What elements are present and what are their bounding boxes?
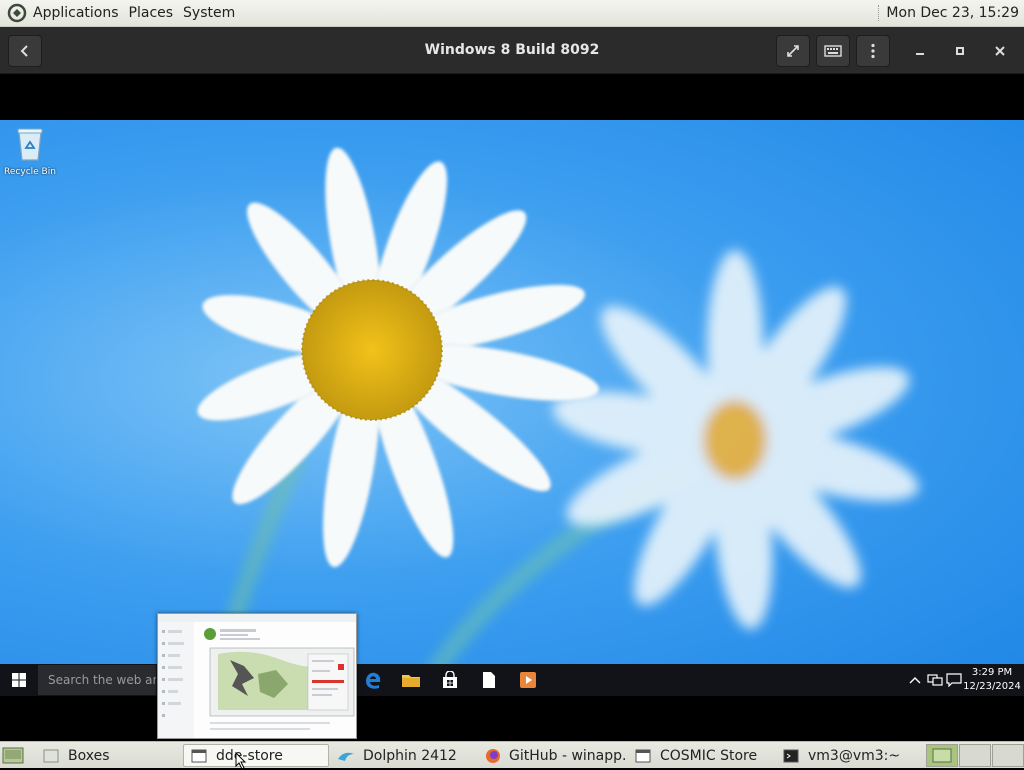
media-player-icon <box>520 672 536 688</box>
bottom-panel: Boxes dde-store Dolphin 2412 GitHub - wi… <box>0 741 1024 768</box>
workspace-3[interactable] <box>992 744 1024 767</box>
daisy-wallpaper <box>197 147 919 696</box>
task-firefox-github[interactable]: GitHub - winapp... <box>479 744 625 767</box>
maximize-icon <box>956 47 964 55</box>
panel-separator <box>878 5 880 21</box>
notifications-tray-button[interactable] <box>945 670 963 690</box>
edge-button[interactable] <box>360 668 386 692</box>
minimize-icon <box>916 53 924 55</box>
guest-desktop[interactable]: Recycle Bin Search the web and Windows <box>0 120 1024 696</box>
guest-clock-date: 12/23/2024 <box>963 681 1021 692</box>
places-menu[interactable]: Places <box>124 0 179 27</box>
document-icon <box>483 672 495 688</box>
system-menu[interactable]: System <box>178 0 240 27</box>
network-icon <box>927 674 943 686</box>
store-bag-icon <box>443 671 457 688</box>
task-boxes[interactable]: Boxes <box>36 744 180 767</box>
file-explorer-button[interactable] <box>398 668 424 692</box>
window-icon <box>634 748 652 764</box>
task-cosmic-store[interactable]: COSMIC Store <box>628 744 774 767</box>
boxes-headerbar: Windows 8 Build 8092 <box>0 27 1024 74</box>
windows-logo-icon <box>12 673 26 687</box>
workspace-2[interactable] <box>959 744 991 767</box>
tray-overflow-button[interactable] <box>906 670 924 690</box>
media-player-button[interactable] <box>515 668 541 692</box>
top-panel: Applications Places System Mon Dec 23, 1… <box>0 0 1024 27</box>
show-desktop-button[interactable] <box>2 746 24 765</box>
keyboard-icon <box>824 45 842 57</box>
document-button[interactable] <box>476 668 502 692</box>
guest-clock[interactable]: 3:29 PM 12/23/2024 <box>962 666 1022 694</box>
keyboard-button[interactable] <box>816 35 850 67</box>
network-tray-button[interactable] <box>926 670 944 690</box>
guest-search-box[interactable]: Search the web and Windows <box>38 665 156 695</box>
recycle-bin-icon <box>17 128 43 161</box>
close-button[interactable] <box>988 39 1012 63</box>
chat-bubble-icon <box>946 673 962 687</box>
task-terminal[interactable]: vm3@vm3:~ <box>776 744 922 767</box>
task-dde-store[interactable]: dde-store <box>183 744 329 767</box>
fullscreen-button[interactable] <box>776 35 810 67</box>
show-desktop-icon <box>2 747 24 764</box>
close-icon <box>995 46 1005 56</box>
recycle-bin-label: Recycle Bin <box>4 167 56 177</box>
menu-dots-icon <box>871 43 875 59</box>
store-button[interactable] <box>437 668 463 692</box>
task-label: GitHub - winapp... <box>509 747 625 764</box>
recycle-bin-shortcut[interactable]: Recycle Bin <box>4 126 56 177</box>
firefox-icon <box>485 748 501 764</box>
guest-clock-time: 3:29 PM <box>971 667 1013 678</box>
start-button[interactable] <box>4 668 34 692</box>
vm-display[interactable]: Recycle Bin Search the web and Windows <box>0 74 1024 741</box>
distro-logo-icon[interactable] <box>6 2 28 24</box>
folder-icon <box>402 675 420 687</box>
minimize-button[interactable] <box>908 39 932 63</box>
task-label: COSMIC Store <box>660 747 758 764</box>
chevron-up-icon <box>909 677 921 684</box>
menu-button[interactable] <box>856 35 890 67</box>
workspace-window-icon <box>932 748 952 763</box>
mouse-cursor-icon <box>235 752 247 770</box>
maximize-button[interactable] <box>948 39 972 63</box>
guest-taskbar: Search the web and Windows <box>0 664 1024 696</box>
task-label: dde-store <box>216 747 283 764</box>
task-label: Dolphin 2412 <box>363 747 457 764</box>
edge-icon <box>366 672 381 689</box>
applications-menu[interactable]: Applications <box>28 0 124 27</box>
panel-clock[interactable]: Mon Dec 23, 15:29 <box>886 5 1019 21</box>
workspace-1[interactable] <box>926 744 958 767</box>
task-label: vm3@vm3:~ <box>808 747 901 764</box>
task-label: Boxes <box>68 747 110 764</box>
boxes-app-icon <box>42 748 60 764</box>
fullscreen-icon <box>787 45 799 57</box>
dolphin-icon <box>337 748 355 764</box>
window-icon <box>190 748 208 764</box>
store-app-thumbnail <box>158 614 356 738</box>
window-thumbnail-preview <box>157 613 357 739</box>
terminal-icon <box>782 748 800 764</box>
task-dolphin[interactable]: Dolphin 2412 <box>331 744 477 767</box>
